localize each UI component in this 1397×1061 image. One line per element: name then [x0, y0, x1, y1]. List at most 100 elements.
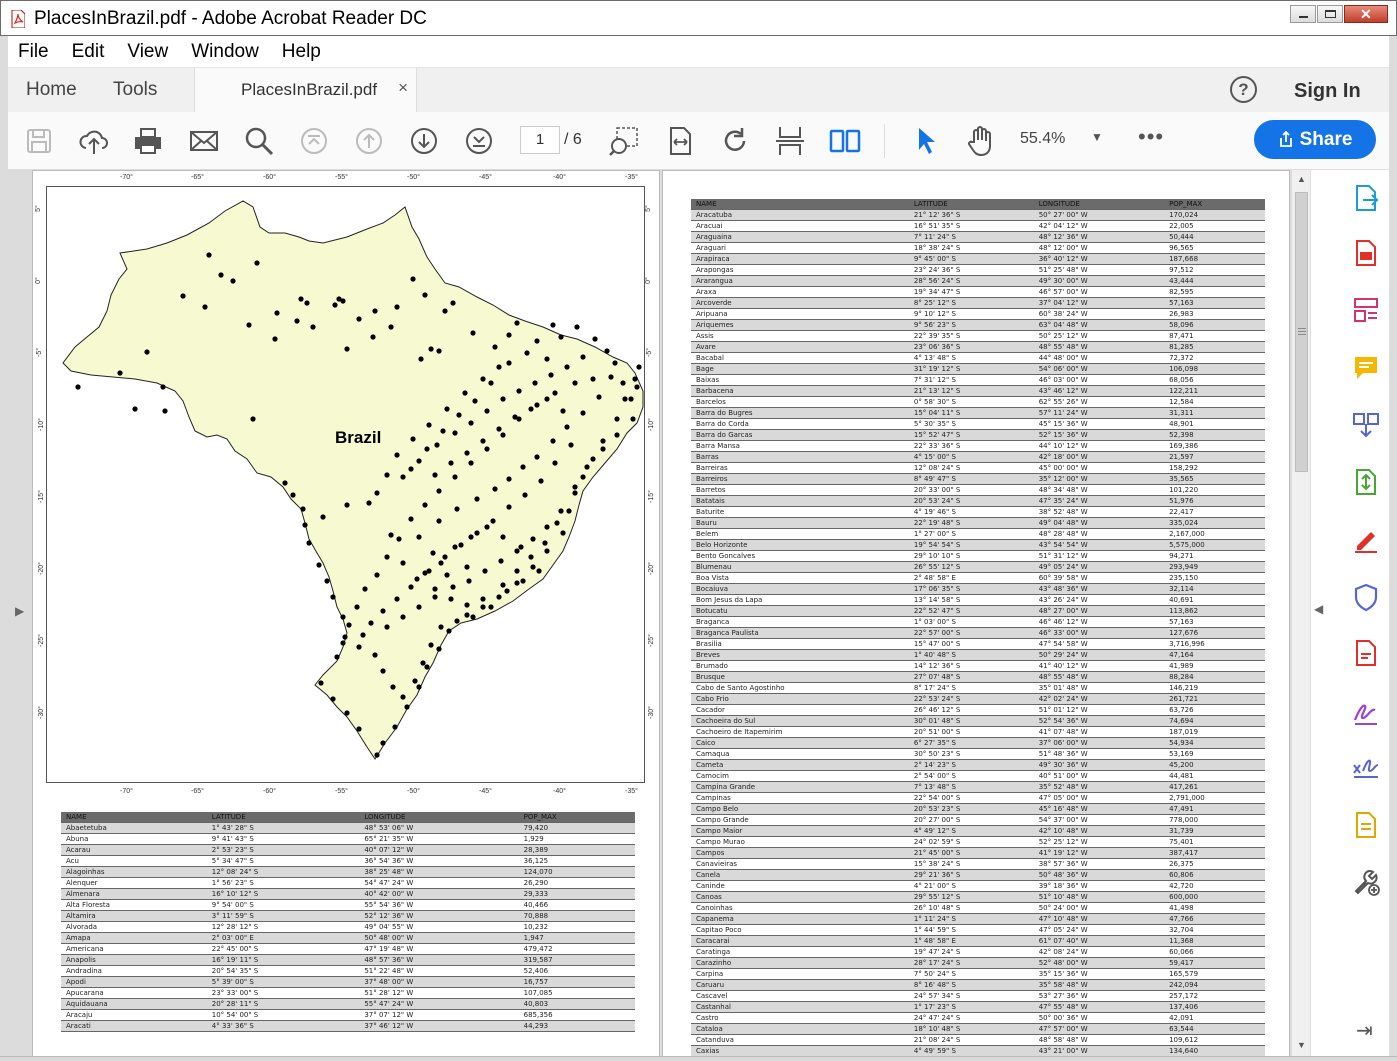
table-cell: 45° 00' 00" W [1033, 462, 1165, 474]
place-marker [484, 408, 490, 414]
page-number-input[interactable]: 1 [520, 126, 560, 154]
close-tab-icon[interactable]: × [398, 78, 408, 98]
combine-files-icon[interactable] [1351, 410, 1381, 440]
menu-file[interactable]: File [18, 41, 49, 63]
more-tools-icon[interactable]: ••• [1138, 124, 1164, 150]
fit-page-icon[interactable] [663, 124, 697, 158]
maximize-button[interactable] [1317, 5, 1343, 23]
place-marker [132, 406, 138, 412]
save-icon[interactable] [22, 124, 56, 158]
place-marker [446, 628, 452, 634]
place-marker [414, 576, 420, 582]
menu-view[interactable]: View [127, 41, 168, 63]
print-icon[interactable] [131, 124, 165, 158]
place-marker [440, 428, 446, 434]
select-cursor-icon[interactable] [909, 124, 943, 158]
upload-cloud-icon[interactable] [77, 124, 111, 158]
table-cell: 21,597 [1164, 451, 1265, 463]
fill-sign-icon[interactable] [1351, 524, 1381, 554]
table-cell: 54° 37' 00" W [1033, 814, 1165, 826]
place-marker [512, 414, 518, 420]
place-marker [480, 376, 486, 382]
table-row: Abaetetuba 1° 43' 28" S 48° 53' 06" W 79,42… [61, 822, 635, 834]
organize-pages-icon[interactable] [1351, 295, 1381, 325]
previous-page-icon[interactable] [352, 124, 386, 158]
table-cell: 47,164 [1164, 649, 1265, 661]
export-pdf-icon[interactable] [1351, 183, 1381, 213]
last-page-icon[interactable] [462, 124, 496, 158]
create-pdf-icon[interactable] [1351, 238, 1381, 268]
place-marker [498, 558, 504, 564]
table-cell: 6° 27' 35" S [908, 737, 1034, 749]
vertical-scrollbar[interactable]: ▲ ▼ [1291, 170, 1310, 1061]
place-marker [218, 272, 224, 278]
more-tools-wrench-icon[interactable] [1351, 867, 1381, 897]
tab-document[interactable]: PlacesInBrazil.pdf × [194, 68, 417, 112]
table-cell: 68,056 [1164, 374, 1265, 386]
table-cell: Barreiros [691, 473, 909, 485]
place-marker [470, 614, 476, 620]
table-cell: 21° 08' 24" S [908, 1034, 1034, 1046]
email-icon[interactable] [187, 124, 221, 158]
search-icon[interactable] [242, 124, 276, 158]
place-marker [558, 508, 564, 514]
sign-icon[interactable] [1351, 696, 1381, 726]
table-row: Araxa 19° 34' 47" S 46° 57' 00" W 82,595 [691, 286, 1265, 298]
pdf-edit-icon[interactable] [1351, 638, 1381, 668]
table-cell: 36° 40' 12" W [1033, 253, 1165, 265]
comment-icon[interactable] [1351, 353, 1381, 383]
place-marker [636, 364, 642, 370]
send-for-signature-icon[interactable] [1351, 753, 1381, 783]
table-header-cell: POP_MAX [1164, 199, 1265, 210]
place-marker [356, 644, 362, 650]
table-cell: Brumado [691, 660, 909, 672]
scroll-down-icon[interactable]: ▼ [1297, 1040, 1306, 1050]
table-row: Cacador 26° 46' 12" S 51° 01' 12" W 63,726 [691, 704, 1265, 716]
left-panel-toggle-icon[interactable]: ▶ [15, 604, 24, 618]
place-marker [334, 654, 340, 660]
scroll-up-icon[interactable]: ▲ [1297, 174, 1306, 184]
compress-pdf-icon[interactable] [1351, 467, 1381, 497]
hand-tool-icon[interactable] [964, 124, 998, 158]
place-marker [468, 420, 474, 426]
rotate-icon[interactable] [718, 124, 752, 158]
table-cell: Barreiras [691, 462, 909, 474]
table-row: Canoinhas 26° 10' 48" S 50° 24' 00" W 41,49… [691, 902, 1265, 914]
table-cell: 10° 54' 00" S [206, 1009, 360, 1021]
table-cell: 35° 15' 36" W [1033, 968, 1165, 980]
map-tick-label: -65° [191, 788, 204, 795]
menu-help[interactable]: Help [282, 41, 321, 63]
table-cell: 51° 22' 48" W [359, 965, 519, 977]
table-row: Campo Belo 20° 53' 23" S 45° 16' 48" W 47,4… [691, 803, 1265, 815]
scrollbar-thumb[interactable] [1295, 192, 1308, 472]
review-icon[interactable] [1351, 810, 1381, 840]
place-marker [500, 534, 506, 540]
sign-in-button[interactable]: Sign In [1294, 80, 1361, 103]
tab-tools[interactable]: Tools [113, 79, 157, 101]
collapse-right-pane-icon[interactable]: ⇥ [1356, 1018, 1373, 1043]
protect-icon[interactable] [1351, 582, 1381, 612]
page-crop-icon[interactable] [773, 124, 807, 158]
table-row: Blumenau 26° 55' 12" S 49° 05' 24" W 293,94… [691, 561, 1265, 573]
menu-edit[interactable]: Edit [72, 41, 105, 63]
table-cell: Campo Belo [691, 803, 909, 815]
next-page-icon[interactable] [407, 124, 441, 158]
table-row: Braganca 1° 03' 00" S 46° 46' 12" W 57,163 [691, 616, 1265, 628]
table-cell: 22° 19' 48" S [908, 517, 1034, 529]
close-window-button[interactable]: ✕ [1344, 5, 1388, 23]
tab-home[interactable]: Home [26, 79, 77, 101]
table-cell: 8° 16' 48" S [908, 979, 1034, 991]
menu-window[interactable]: Window [191, 41, 259, 63]
share-button[interactable]: Share [1254, 120, 1376, 159]
two-page-view-icon[interactable] [828, 124, 862, 158]
collapse-panel-icon[interactable]: ◀ [1314, 602, 1323, 616]
table-cell: 158,292 [1164, 462, 1265, 474]
first-page-icon[interactable] [297, 124, 331, 158]
minimize-button[interactable] [1290, 5, 1316, 23]
table-cell: 479,472 [518, 943, 635, 955]
table-row: Baturite 4° 19' 46" S 38° 52' 48" W 22,417 [691, 506, 1265, 518]
help-icon[interactable]: ? [1230, 76, 1257, 103]
table-cell: 235,150 [1164, 572, 1265, 584]
zoom-dropdown-icon[interactable]: ▼ [1091, 130, 1103, 144]
marquee-zoom-icon[interactable] [607, 124, 641, 158]
